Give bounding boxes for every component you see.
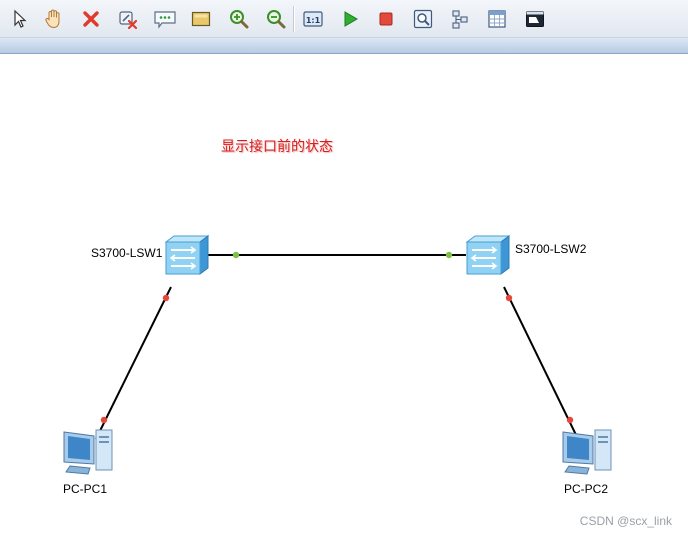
- device-label-pc2: PC-PC2: [564, 482, 609, 496]
- text-note-icon[interactable]: [151, 5, 179, 33]
- pc-icon: [562, 429, 612, 475]
- zoom-in-icon[interactable]: [225, 5, 253, 33]
- start-device-icon[interactable]: [336, 5, 364, 33]
- fit-view-icon[interactable]: 1:1: [299, 5, 327, 33]
- port-status-dot: [505, 294, 513, 302]
- capture-icon[interactable]: [409, 5, 437, 33]
- switch-lsw2[interactable]: [465, 234, 511, 283]
- terminal-icon[interactable]: [521, 5, 549, 33]
- port-status-dot: [232, 251, 240, 259]
- select-icon[interactable]: [5, 5, 33, 33]
- switch-icon: [465, 235, 511, 275]
- topology-canvas[interactable]: 显示接口前的状态 S3700-LSW1 S3700-LSW2 PC-PC1 PC…: [0, 54, 688, 538]
- watermark: CSDN @scx_link: [579, 514, 672, 528]
- device-label-lsw2: S3700-LSW2: [515, 242, 587, 256]
- pc-icon: [63, 429, 113, 475]
- delete-link-icon[interactable]: [114, 5, 142, 33]
- svg-text:1:1: 1:1: [306, 16, 321, 25]
- toolbar: 1:1: [0, 0, 688, 38]
- port-status-dot: [100, 416, 108, 424]
- toolbar-separator: [293, 6, 295, 32]
- delete-icon[interactable]: [77, 5, 105, 33]
- port-status-dot: [445, 251, 453, 259]
- switch-lsw1[interactable]: [164, 234, 210, 283]
- topology-icon[interactable]: [446, 5, 474, 33]
- link-lsw1-pc1[interactable]: [95, 286, 172, 440]
- pc-pc1[interactable]: [60, 426, 116, 483]
- canvas-tab-bar: [0, 38, 688, 54]
- device-label-pc1: PC-PC1: [63, 482, 108, 496]
- zoom-out-icon[interactable]: [262, 5, 290, 33]
- pc-pc2[interactable]: [559, 426, 615, 483]
- stop-device-icon[interactable]: [372, 5, 400, 33]
- grid-table-icon[interactable]: [483, 5, 511, 33]
- switch-icon: [164, 235, 210, 275]
- device-label-lsw1: S3700-LSW1: [91, 246, 163, 260]
- rectangle-icon[interactable]: [187, 5, 215, 33]
- port-status-dot: [162, 294, 170, 302]
- annotation-text[interactable]: 显示接口前的状态: [221, 136, 333, 156]
- pan-hand-icon[interactable]: [40, 5, 68, 33]
- ensp-window: 1:1 显示接口前的状态 S3700-LSW1 S3700-LSW2 PC-PC…: [0, 0, 688, 538]
- link-lsw2-pc2[interactable]: [503, 286, 579, 440]
- port-status-dot: [566, 416, 574, 424]
